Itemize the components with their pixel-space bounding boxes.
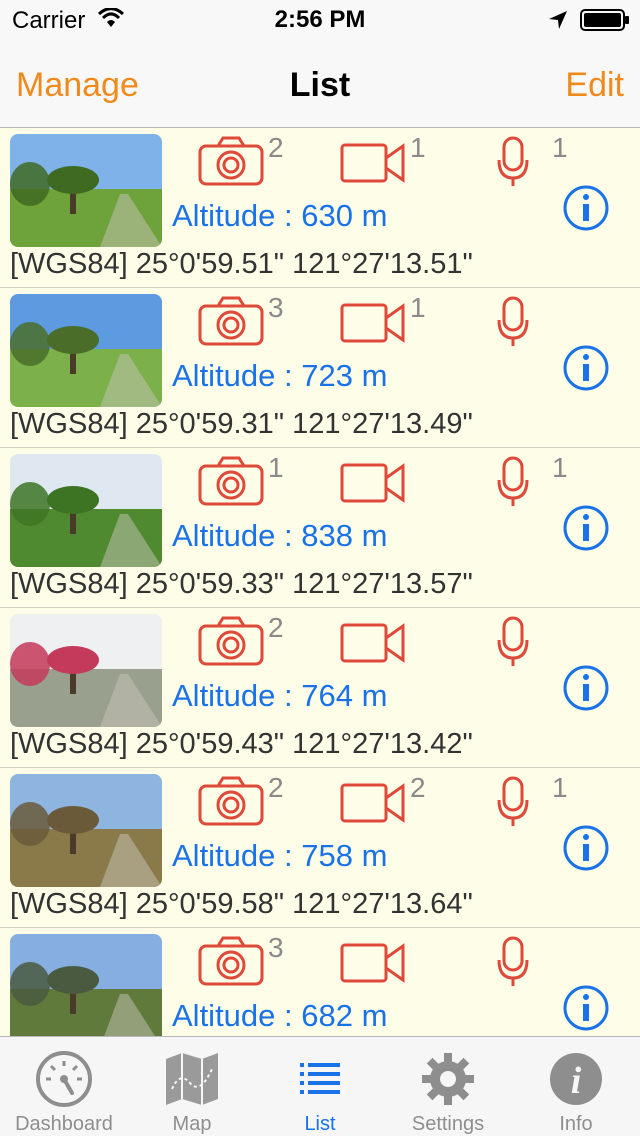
camera-icon[interactable] (198, 136, 264, 191)
photo-thumbnail[interactable] (10, 934, 162, 1036)
microphone-icon[interactable] (496, 136, 530, 193)
coordinates-label: [WGS84] 25°0'59.33" 121°27'13.57" (10, 568, 473, 600)
coordinates-label: [WGS84] 25°0'59.58" 121°27'13.64" (10, 888, 473, 920)
video-count: 1 (410, 292, 426, 323)
photo-count: 2 (268, 772, 284, 803)
info-button-icon[interactable] (562, 344, 610, 397)
tab-label: List (304, 1113, 336, 1135)
svg-text:i: i (571, 1060, 582, 1102)
microphone-icon[interactable] (496, 456, 530, 513)
tab-bar: Dashboard Map List Settings i Info (0, 1036, 640, 1136)
video-count: 1 (410, 132, 426, 163)
tab-label: Map (172, 1113, 212, 1135)
photo-thumbnail[interactable] (10, 134, 162, 247)
video-camera-icon[interactable] (340, 462, 406, 509)
page-title: List (289, 66, 351, 104)
photo-thumbnail[interactable] (10, 454, 162, 567)
list-row[interactable]: 3 Altitude : 682 m (0, 928, 640, 1036)
audio-count: 1 (552, 772, 568, 803)
audio-count: 1 (552, 452, 568, 483)
tab-settings[interactable]: Settings (384, 1037, 512, 1136)
list-row[interactable]: 2 1 1 Altitude : 630 m [WGS84] 25°0'59.51" 1… (0, 128, 640, 288)
gauge-icon (34, 1049, 94, 1114)
coordinates-label: [WGS84] 25°0'59.31" 121°27'13.49" (10, 408, 473, 440)
video-camera-icon[interactable] (340, 942, 406, 989)
camera-icon[interactable] (198, 456, 264, 511)
status-time: 2:56 PM (274, 6, 366, 33)
info-button-icon[interactable] (562, 504, 610, 557)
photo-count: 2 (268, 612, 284, 643)
altitude-label: Altitude : 682 m (172, 998, 388, 1033)
video-camera-icon[interactable] (340, 782, 406, 829)
altitude-label: Altitude : 764 m (172, 678, 388, 713)
audio-count: 1 (552, 132, 568, 163)
tab-info[interactable]: i Info (512, 1037, 640, 1136)
photo-count: 3 (268, 292, 284, 323)
photo-thumbnail[interactable] (10, 774, 162, 887)
video-camera-icon[interactable] (340, 302, 406, 349)
photo-thumbnail[interactable] (10, 294, 162, 407)
location-arrow-icon (548, 10, 568, 35)
coordinates-label: [WGS84] 25°0'59.51" 121°27'13.51" (10, 248, 473, 280)
video-count: 2 (410, 772, 426, 803)
tab-label: Info (559, 1113, 593, 1135)
altitude-label: Altitude : 723 m (172, 358, 388, 393)
microphone-icon[interactable] (496, 936, 530, 993)
altitude-label: Altitude : 630 m (172, 198, 388, 233)
info-button-icon[interactable] (562, 664, 610, 717)
info-icon: i (546, 1049, 606, 1114)
list-row[interactable]: 1 1 Altitude : 838 m [WGS84] 25°0'59.33" 12… (0, 448, 640, 608)
altitude-label: Altitude : 838 m (172, 518, 388, 553)
list-row[interactable]: 2 2 1 Altitude : 758 m [WGS84] 25°0'59.58" 1… (0, 768, 640, 928)
tab-label: Dashboard (15, 1113, 113, 1135)
status-bar: Carrier 2:56 PM (0, 0, 640, 40)
list-row[interactable]: 2 Altitude : 764 m [WGS84] 25°0'59.43" 121… (0, 608, 640, 768)
video-camera-icon[interactable] (340, 622, 406, 669)
location-list[interactable]: 2 1 1 Altitude : 630 m [WGS84] 25°0'59.51" 1… (0, 128, 640, 1036)
camera-icon[interactable] (198, 776, 264, 831)
microphone-icon[interactable] (496, 296, 530, 353)
coordinates-label: [WGS84] 25°0'59.43" 121°27'13.42" (10, 728, 473, 760)
photo-thumbnail[interactable] (10, 614, 162, 727)
battery-icon (580, 9, 630, 36)
tab-list[interactable]: List (256, 1037, 384, 1136)
camera-icon[interactable] (198, 296, 264, 351)
map-icon (162, 1049, 222, 1114)
info-button-icon[interactable] (562, 984, 610, 1036)
tab-map[interactable]: Map (128, 1037, 256, 1136)
navigation-bar: Manage List Edit (0, 40, 640, 128)
info-button-icon[interactable] (562, 184, 610, 237)
photo-count: 1 (268, 452, 284, 483)
photo-count: 3 (268, 932, 284, 963)
list-row[interactable]: 3 1 Altitude : 723 m [WGS84] 25°0'59.31" 12… (0, 288, 640, 448)
video-camera-icon[interactable] (340, 142, 406, 189)
microphone-icon[interactable] (496, 616, 530, 673)
edit-button[interactable]: Edit (565, 66, 624, 105)
tab-dashboard[interactable]: Dashboard (0, 1037, 128, 1136)
info-button-icon[interactable] (562, 824, 610, 877)
camera-icon[interactable] (198, 616, 264, 671)
camera-icon[interactable] (198, 936, 264, 991)
gear-icon (418, 1049, 478, 1114)
list-icon (290, 1049, 350, 1114)
photo-count: 2 (268, 132, 284, 163)
tab-label: Settings (411, 1113, 485, 1135)
microphone-icon[interactable] (496, 776, 530, 833)
altitude-label: Altitude : 758 m (172, 838, 388, 873)
